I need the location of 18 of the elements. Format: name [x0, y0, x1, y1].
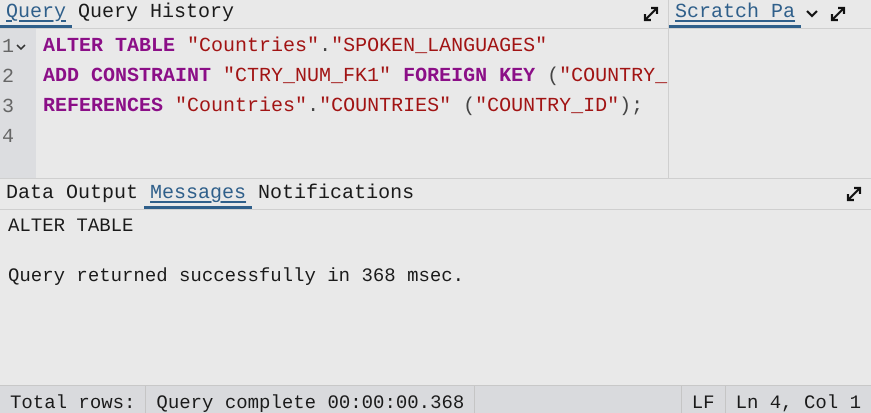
code-line: ALTER TABLE "Countries"."SPOKEN_LANGUAGES" [43, 35, 548, 58]
chevron-down-icon[interactable] [805, 9, 820, 19]
code-line: REFERENCES "Countries"."COUNTRIES" ("COUNTRY_ID"); [43, 95, 644, 118]
line-number: 3 [2, 96, 14, 118]
line-ending: LF [680, 386, 726, 413]
expand-icon[interactable] [642, 5, 660, 23]
message-text: ALTER TABLE [8, 215, 134, 237]
expand-icon[interactable] [845, 185, 863, 203]
code-line: ADD CONSTRAINT "CTRY_NUM_FK1" FOREIGN KEY ("COUNTRY_ [43, 65, 668, 88]
message-text: Query returned successfully in 368 msec. [8, 265, 464, 287]
total-rows-label: Total rows: [0, 386, 146, 413]
expand-icon[interactable] [829, 5, 848, 23]
line-number: 1 [2, 36, 14, 58]
line-number: 4 [2, 126, 14, 148]
line-number: 2 [2, 66, 14, 88]
query-status: Query complete 00:00:00.368 [146, 386, 476, 413]
cursor-position: Ln 4, Col 1 [734, 390, 862, 413]
fold-chevron-icon[interactable] [16, 43, 26, 51]
